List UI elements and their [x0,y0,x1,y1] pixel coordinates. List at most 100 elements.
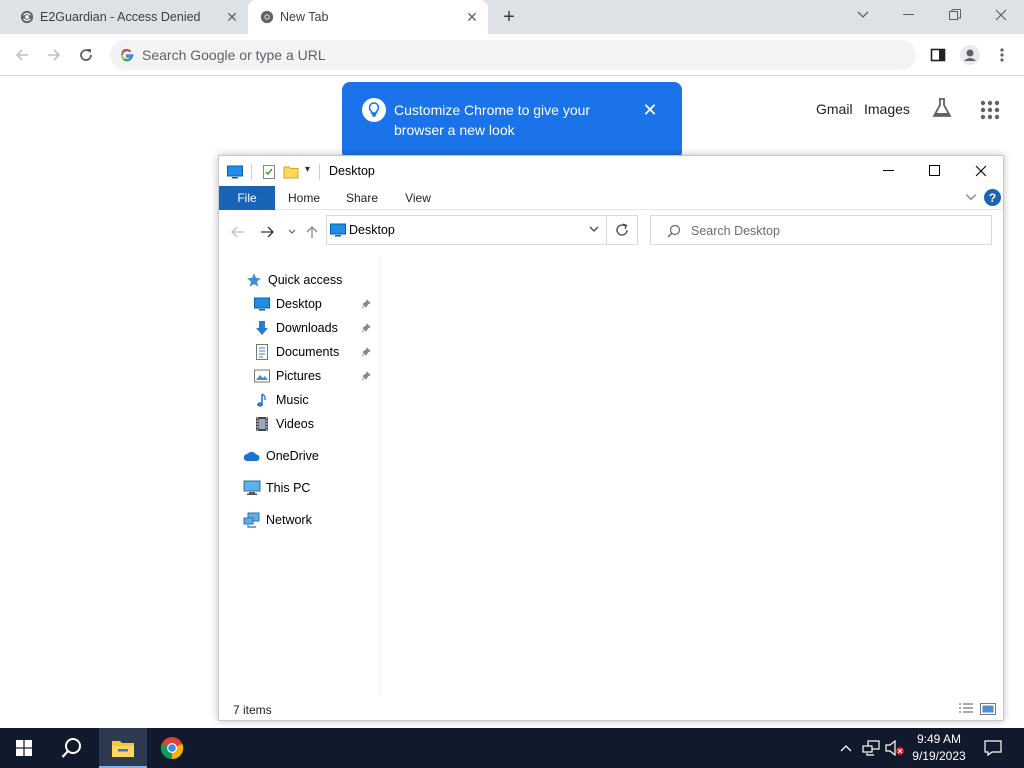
documents-icon [253,344,271,360]
google-g-icon [121,48,134,62]
network-status-icon[interactable] [860,728,882,768]
nav-item-music[interactable]: Music [253,389,309,411]
ribbon-tab-home[interactable]: Home [279,186,329,210]
close-tab-icon[interactable]: ✕ [224,9,240,25]
forward-button[interactable] [42,43,66,67]
explorer-maximize-button[interactable] [912,156,958,186]
pin-icon [361,323,373,335]
images-link[interactable]: Images [864,101,910,117]
nav-label: Quick access [268,273,343,287]
nav-label: This PC [266,481,311,495]
music-icon [253,392,271,408]
nav-label: Music [276,393,309,407]
nav-item-videos[interactable]: Videos [253,413,314,435]
windows-logo-icon [16,740,32,756]
address-dropdown-icon[interactable] [588,222,600,236]
nav-label: Documents [276,345,340,359]
nav-item-pictures[interactable]: Pictures [253,365,321,387]
taskbar-chrome[interactable] [148,728,196,768]
close-window-button[interactable] [978,0,1024,30]
nav-item-downloads[interactable]: Downloads [253,317,338,339]
pin-icon [361,347,373,359]
nav-label: Videos [276,417,314,431]
nav-item-this-pc[interactable]: This PC [243,477,310,499]
nav-item-documents[interactable]: Documents [253,341,339,363]
menu-kebab-icon[interactable] [990,43,1014,67]
ribbon-tabs: File Home Share View ? [219,186,1003,210]
recent-locations-icon[interactable] [283,224,301,240]
item-count: 7 items [233,703,272,717]
omnibox[interactable] [110,40,916,70]
address-text: Desktop [349,223,395,237]
new-folder-icon[interactable] [283,164,299,180]
close-promo-icon[interactable]: ✕ [640,100,660,120]
large-icons-view-icon[interactable] [979,701,997,717]
status-bar: 7 items [219,698,1003,720]
omnibox-input[interactable] [142,45,882,65]
show-hidden-icons-button[interactable] [836,728,856,768]
new-tab-button[interactable]: + [498,6,520,28]
quick-access-dropdown-icon[interactable]: ▾ [305,164,310,175]
ribbon-tab-file[interactable]: File [219,186,275,210]
explorer-title-bar[interactable]: ▾ Desktop [219,156,1003,186]
taskbar-file-explorer[interactable] [99,728,147,768]
taskbar: 9:49 AM 9/19/2023 [0,728,1024,768]
back-button[interactable] [10,43,34,67]
pin-icon [361,299,373,311]
search-input[interactable] [691,222,981,240]
nav-item-desktop[interactable]: Desktop [253,293,322,315]
onedrive-cloud-icon [243,448,261,464]
help-icon[interactable]: ? [984,189,1001,206]
minimize-button[interactable] [886,0,932,30]
taskbar-search-button[interactable] [48,728,96,768]
expand-ribbon-icon[interactable] [964,190,978,204]
tab-e2guardian[interactable]: E2Guardian - Access Denied ✕ [8,0,248,34]
lightbulb-icon [362,98,386,122]
search-icon [61,738,81,758]
downloads-icon [253,320,271,336]
system-clock[interactable]: 9:49 AM 9/19/2023 [904,731,974,765]
notifications-icon[interactable] [978,728,1008,768]
chrome-toolbar [0,34,1024,76]
nav-item-onedrive[interactable]: OneDrive [243,445,319,467]
tab-new-tab[interactable]: New Tab ✕ [248,0,488,34]
desktop-folder-icon [227,165,243,179]
back-arrow-icon[interactable] [229,224,247,240]
this-pc-icon [243,480,261,496]
up-arrow-icon[interactable] [303,224,321,240]
close-tab-icon[interactable]: ✕ [464,9,480,25]
promo-text: Customize Chrome to give your browser a … [394,102,591,138]
start-button[interactable] [0,728,48,768]
profile-avatar[interactable] [958,43,982,67]
nav-label: OneDrive [266,449,319,463]
address-bar[interactable]: Desktop [326,215,607,245]
ribbon-tab-view[interactable]: View [393,186,443,210]
google-apps-icon[interactable] [978,98,1002,122]
chrome-icon [160,737,184,760]
tab-title: New Tab [280,10,329,24]
reload-button[interactable] [74,43,98,67]
nav-item-network[interactable]: Network [243,509,312,531]
nav-label: Network [266,513,312,527]
refresh-button[interactable] [607,215,638,245]
customize-chrome-promo[interactable]: Customize Chrome to give your browser a … [342,82,682,160]
volume-muted-icon[interactable] [884,728,906,768]
clock-date: 9/19/2023 [912,749,966,763]
side-panel-icon[interactable] [926,43,950,67]
forward-arrow-icon[interactable] [258,224,276,240]
desktop-location-icon [330,223,346,237]
chrome-tab-strip: E2Guardian - Access Denied ✕ New Tab ✕ + [0,0,1024,34]
properties-icon[interactable] [261,164,277,180]
labs-flask-icon[interactable] [930,96,954,120]
nav-quick-access[interactable]: Quick access [245,269,342,291]
search-box[interactable] [650,215,992,245]
gmail-link[interactable]: Gmail [816,101,853,117]
explorer-close-button[interactable] [958,156,1004,186]
ribbon-tab-share[interactable]: Share [337,186,387,210]
globe-icon [20,10,34,24]
tab-title: E2Guardian - Access Denied [40,10,201,24]
tab-search-icon[interactable] [840,0,886,30]
explorer-minimize-button[interactable] [866,156,912,186]
details-view-icon[interactable] [957,701,975,717]
restore-button[interactable] [932,0,978,30]
